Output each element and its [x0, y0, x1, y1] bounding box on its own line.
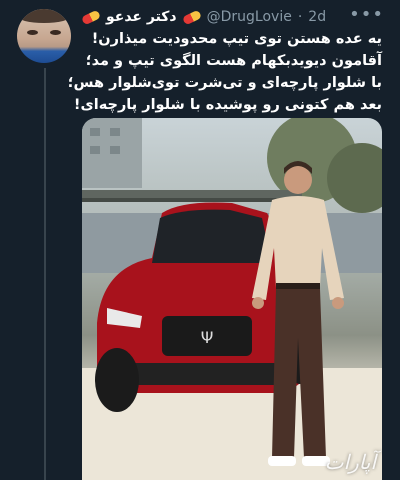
- car-windshield: [152, 209, 272, 263]
- tweet-line: یه عده هستن توی تیپ محدودیت میذارن!: [91, 31, 382, 47]
- car-wheel: [95, 348, 139, 412]
- tweet-text: یه عده هستن توی تیپ محدودیت میذارن! آقام…: [67, 28, 382, 116]
- avatar[interactable]: [17, 9, 71, 63]
- thread-line: [44, 68, 46, 480]
- avatar-eye-right: [50, 30, 61, 35]
- tweet-media-image[interactable]: Ψ آپارات: [82, 118, 382, 480]
- more-icon[interactable]: •••: [349, 4, 384, 25]
- tweet-line: بعد هم کتونی رو پوشیده با شلوار پارچه‌ای…: [73, 97, 382, 113]
- avatar-eye-left: [27, 30, 38, 35]
- bridge: [82, 190, 302, 198]
- svg-text:Ψ: Ψ: [201, 328, 214, 347]
- tweet-time[interactable]: 2d: [308, 9, 326, 25]
- separator-dot: ·: [297, 9, 303, 25]
- user-handle[interactable]: @DrugLovie: [207, 9, 292, 25]
- tweet-header: دکتر عدعو @DrugLovie · 2d: [80, 6, 382, 28]
- watermark-logo: آپارات: [324, 450, 376, 474]
- avatar-eyes: [27, 30, 61, 36]
- pill-icon: [181, 9, 202, 25]
- car-intake: [122, 363, 282, 385]
- pill-icon: [80, 9, 102, 25]
- man-head: [284, 166, 312, 194]
- avatar-hair: [17, 9, 71, 23]
- man-sneaker: [268, 456, 296, 466]
- display-name[interactable]: دکتر عدعو: [106, 9, 177, 25]
- tweet-line: با شلوار پارچه‌ای و تی‌شرت توی‌شلوار هس؛: [67, 75, 382, 91]
- media-illustration: Ψ: [82, 118, 382, 480]
- tweet-line: آقامون دیویدبکهام هست الگوی تیپ و مد؛: [85, 53, 382, 69]
